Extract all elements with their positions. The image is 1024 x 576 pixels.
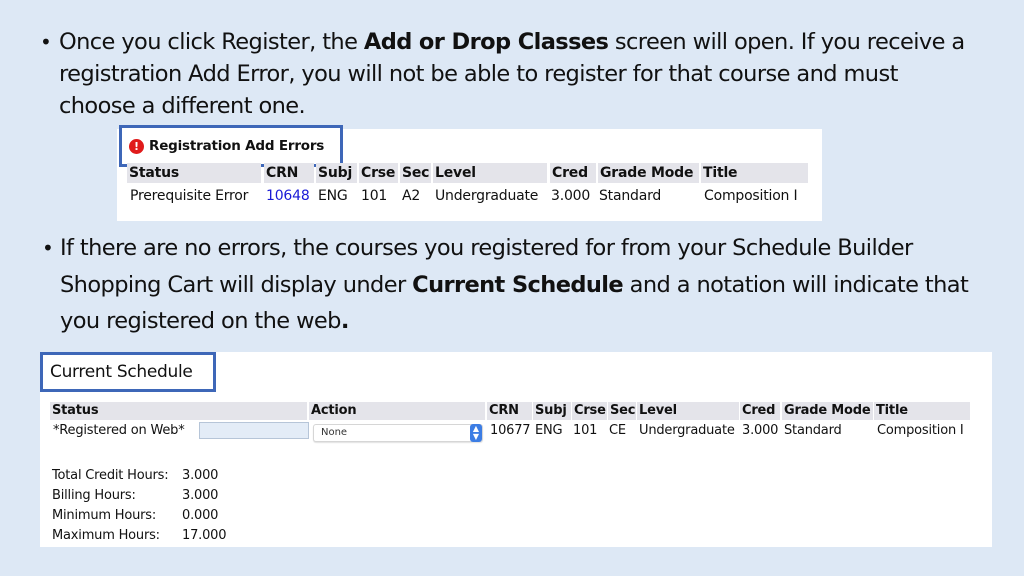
bullet-2-emphasis-current-schedule: Current Schedule — [412, 271, 624, 298]
minimum-hours: Minimum Hours: 0.000 — [52, 506, 218, 526]
col-header-crse: Crse — [359, 163, 398, 183]
registration-add-errors-highlight: ! Registration Add Errors — [119, 125, 343, 167]
col-header-title: Title — [874, 402, 970, 420]
hours-label: Billing Hours: — [52, 488, 136, 503]
col-header-crn: CRN — [264, 163, 314, 183]
crse-cell: 101 — [573, 423, 598, 438]
total-credit-hours: Total Credit Hours: 3.000 — [52, 466, 218, 486]
title-cell: Composition I — [704, 188, 798, 204]
maximum-hours: Maximum Hours: 17.000 — [52, 526, 226, 546]
cred-cell: 3.000 — [742, 423, 779, 438]
hours-value: 3.000 — [182, 488, 219, 503]
hours-summary: Total Credit Hours: 3.000 Billing Hours:… — [52, 466, 226, 546]
subj-cell: ENG — [535, 423, 563, 438]
col-header-status: Status — [127, 163, 261, 183]
col-header-status: Status — [50, 402, 307, 420]
hours-value: 3.000 — [182, 468, 219, 483]
crse-cell: 101 — [361, 188, 388, 204]
col-header-subj: Subj — [316, 163, 357, 183]
cred-cell: 3.000 — [551, 188, 591, 204]
registration-add-errors-title: Registration Add Errors — [149, 138, 325, 154]
col-header-sec: Sec — [400, 163, 431, 183]
hours-value: 17.000 — [182, 528, 227, 543]
crn-cell: 10677 — [490, 423, 531, 438]
error-exclamation-icon: ! — [129, 138, 144, 154]
billing-hours: Billing Hours: 3.000 — [52, 486, 218, 506]
current-schedule-title: Current Schedule — [50, 362, 193, 382]
crn-link[interactable]: 10648 — [264, 186, 310, 206]
col-header-cred: Cred — [740, 402, 780, 420]
grade-mode-cell: Standard — [599, 188, 662, 204]
col-header-sec: Sec — [608, 402, 636, 420]
bullet-1-emphasis-add-drop: Add or Drop Classes — [363, 29, 609, 55]
status-text-input[interactable] — [199, 422, 309, 439]
col-header-level: Level — [433, 163, 547, 183]
col-header-crse: Crse — [572, 402, 607, 420]
hours-label: Maximum Hours: — [52, 528, 160, 543]
col-header-grade-mode: Grade Mode — [782, 402, 873, 420]
sec-cell: CE — [609, 423, 626, 438]
col-header-title: Title — [701, 163, 808, 183]
hours-label: Minimum Hours: — [52, 508, 157, 523]
select-updown-icon: ▲ ▼ — [470, 424, 482, 442]
col-header-level: Level — [637, 402, 739, 420]
col-header-grade-mode: Grade Mode — [598, 163, 699, 183]
subj-cell: ENG — [318, 188, 348, 204]
bullet-2-period: . — [340, 308, 350, 334]
action-select-value: None — [321, 427, 348, 438]
error-status-cell: Prerequisite Error — [130, 188, 249, 204]
instruction-bullet-1: • Once you click Register, the Add or Dr… — [40, 26, 980, 122]
title-cell: Composition I — [877, 423, 964, 438]
level-cell: Undergraduate — [435, 188, 539, 204]
col-header-cred: Cred — [550, 163, 596, 183]
hours-label: Total Credit Hours: — [52, 468, 169, 483]
current-schedule-highlight: Current Schedule — [40, 352, 216, 392]
instruction-bullet-2: • If there are no errors, the courses yo… — [42, 230, 982, 340]
bullet-1-text-a: Once you click Register, the — [59, 29, 364, 55]
hours-value: 0.000 — [182, 508, 219, 523]
col-header-crn: CRN — [487, 402, 532, 420]
bullet-icon: • — [40, 30, 52, 54]
col-header-action: Action — [309, 402, 485, 420]
sec-cell: A2 — [402, 188, 421, 204]
col-header-subj: Subj — [533, 402, 571, 420]
grade-mode-cell: Standard — [784, 423, 842, 438]
level-cell: Undergraduate — [639, 423, 735, 438]
registration-status-cell: *Registered on Web* — [53, 423, 185, 438]
bullet-icon: • — [42, 236, 54, 260]
action-select[interactable]: None ▲ ▼ — [313, 424, 483, 442]
